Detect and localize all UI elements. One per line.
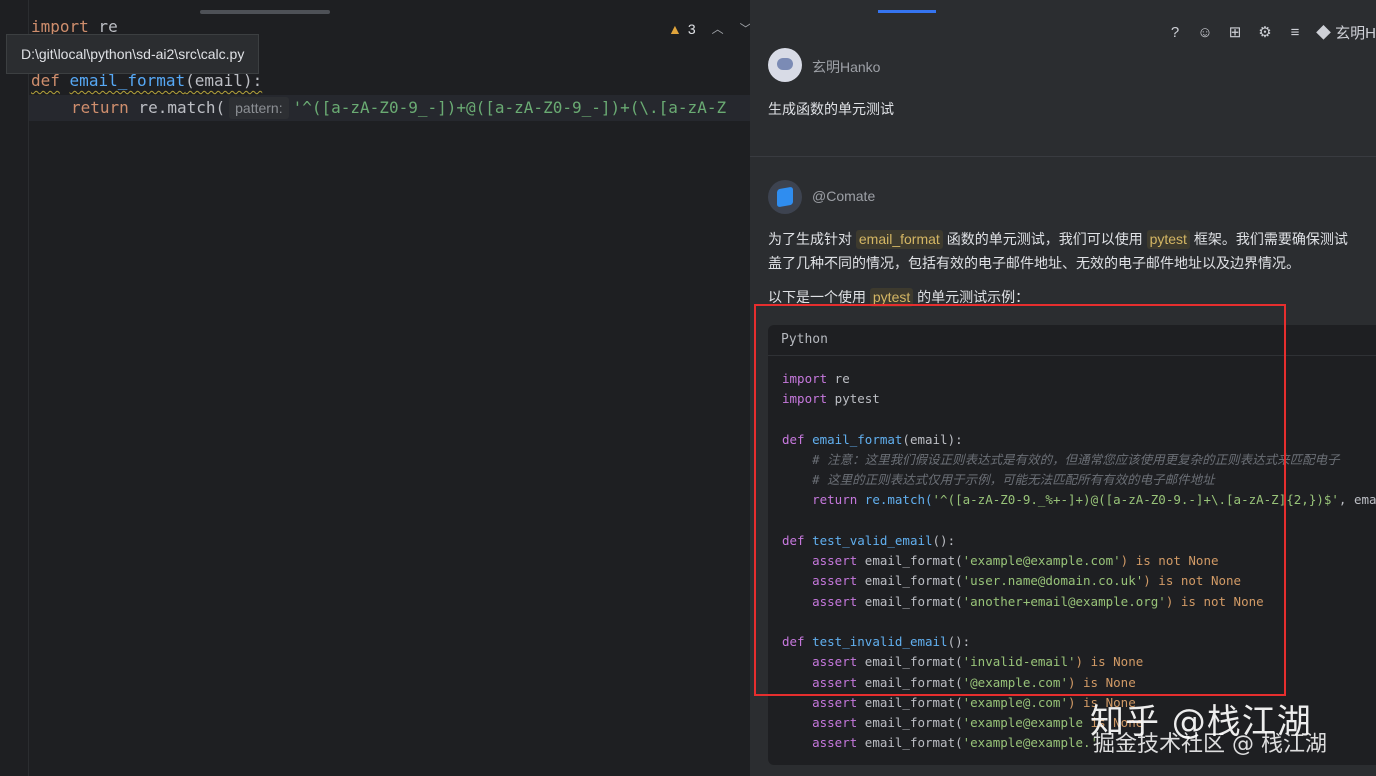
text: 以下是一个使用 [768,289,870,305]
code-text: re.match( [128,98,226,117]
text: 函数的单元测试，我们可以使用 [942,231,1147,247]
string-literal: 'example@.com' [962,695,1068,710]
user-menu-label: 玄明H [1335,24,1376,42]
code-editor[interactable]: import re def email_format(email): retur… [0,0,750,776]
horizontal-scrollbar[interactable] [200,10,330,14]
active-tab-indicator [878,10,936,13]
code-line-4[interactable]: return re.match(pattern: '^([a-zA-Z0-9_-]… [71,95,726,121]
next-issue-icon[interactable]: ﹀ [740,20,750,37]
warning-icon: ▲ [668,20,682,37]
string-literal: 'example@example [962,715,1084,730]
text: 为了生成针对 [768,231,856,247]
warning-count: 3 [687,20,696,37]
inspection-widget[interactable]: ▲ 3 ︿ ﹀ [668,20,750,37]
text: 的单元测试示例： [913,289,1030,305]
user-name: 玄明Hanko [812,59,881,75]
message-divider [750,156,1376,157]
user-avatar [768,48,802,82]
editor-gutter [0,0,29,776]
plugins-icon[interactable]: ⊞ [1226,23,1244,41]
code-line: assert email_format('example@example.' [782,733,1098,753]
string-literal: '^([a-zA-Z0-9_-])+@([a-zA-Z0-9_-])+(\.[a… [292,98,727,117]
previous-issue-icon[interactable]: ︿ [712,20,724,37]
bot-name: @Comate [812,188,876,204]
help-icon[interactable]: ? [1166,24,1184,41]
keyword: return [71,98,129,117]
text: 框架。我们需要确保测试 [1189,231,1348,247]
inline-code: email_format [855,230,943,249]
keyword: assert [782,735,858,750]
code-text: email_format( [857,695,963,710]
gear-icon[interactable]: ⚙ [1256,23,1274,41]
tooltip-text: D:\git\local\python\sd-ai2\src\calc.py [21,46,245,62]
code-text: , emai [1338,492,1376,507]
feedback-icon[interactable]: ☺ [1196,24,1214,41]
inline-code: pytest [1146,230,1190,249]
code-text: email_format( [857,715,963,730]
user-menu[interactable]: ◆ 玄明H [1316,22,1376,43]
comate-avatar [768,180,802,214]
parameter-hint: pattern: [229,97,289,119]
keyword: assert [782,715,858,730]
file-path-tooltip: D:\git\local\python\sd-ai2\src\calc.py [6,34,260,74]
string-literal: 'example@example.' [962,735,1099,750]
code-text: email_format( [857,735,963,750]
code-line: assert email_format('example@.com') is N… [782,693,1136,713]
keyword: assert [782,695,858,710]
watermark: 掘金技术社区 @ 栈江湖 [1093,732,1327,757]
bot-paragraph-2: 盖了几种不同的情况，包括有效的电子邮件地址、无效的电子邮件地址以及边界情况。 [768,255,1300,271]
bot-paragraph-1: 为了生成针对 email_format 函数的单元测试，我们可以使用 pytes… [768,227,1348,251]
menu-icon[interactable]: ≡ [1286,24,1304,41]
user-message-text: 生成函数的单元测试 [768,101,894,117]
annotation-highlight-box [754,304,1286,696]
chat-toolbar: ? ☺ ⊞ ⚙ ≡ ◆ 玄明H [1166,20,1376,44]
